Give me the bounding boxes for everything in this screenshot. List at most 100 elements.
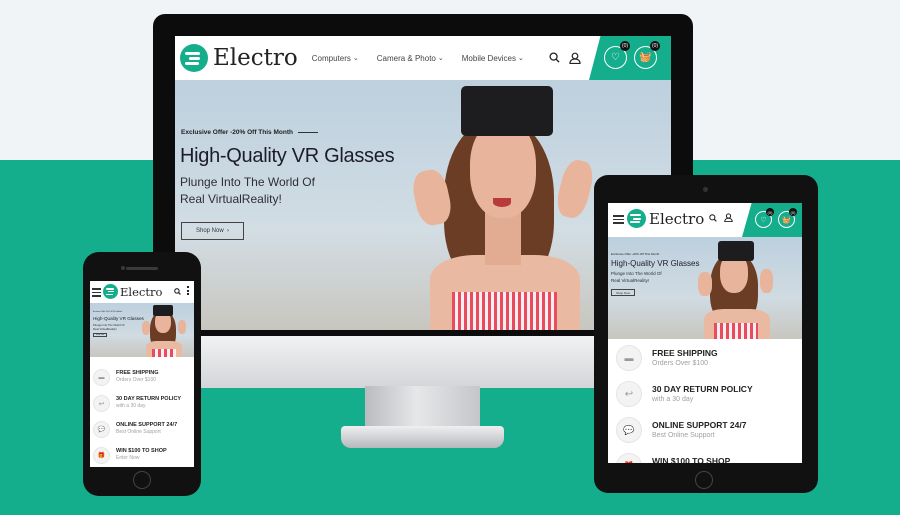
nav-label: Computers xyxy=(311,53,351,63)
logo-icon xyxy=(103,284,118,299)
gift-icon: 🎁 xyxy=(616,453,642,463)
hero-banner: Exclusive Offer -20% Off This Month High… xyxy=(90,303,194,357)
truck-icon: ▬ xyxy=(616,345,642,371)
feature-title: WIN $100 TO SHOP xyxy=(652,456,731,463)
wishlist-button[interactable]: ♡ (0) xyxy=(755,208,774,228)
brand-name: Electro xyxy=(213,45,298,71)
wishlist-button[interactable]: ♡ (0) xyxy=(604,41,630,69)
camera-icon xyxy=(121,266,125,270)
feature-title: FREE SHIPPING xyxy=(652,348,718,358)
feature-item: 🎁 WIN $100 TO SHOP xyxy=(616,453,730,463)
brand-name: Electro xyxy=(120,284,163,299)
feature-title: ONLINE SUPPORT 24/7 xyxy=(116,422,178,428)
user-icon[interactable] xyxy=(724,213,733,222)
hero-subtitle-line1: Plunge Into The World Of xyxy=(180,175,315,189)
return-icon: ↩ xyxy=(616,381,642,407)
tablet-device: Electro ♡ (0) 🧺 (0) Exclusive Offer -20% O… xyxy=(594,175,818,493)
hero-offer: Exclusive Offer -20% Off This Month xyxy=(93,311,122,313)
heart-icon: ♡ xyxy=(760,216,767,224)
truck-icon: ▬ xyxy=(93,369,110,386)
feature-title: WIN $100 TO SHOP xyxy=(116,448,167,454)
heart-icon: ♡ xyxy=(611,52,620,63)
feature-item: ↩ 30 DAY RETURN POLICY with a 30 day xyxy=(93,395,181,412)
user-icon[interactable] xyxy=(569,52,581,64)
hero-banner: Exclusive Offer -20% Off This Month High… xyxy=(608,237,802,339)
basket-icon: 🧺 xyxy=(639,52,652,63)
return-icon: ↩ xyxy=(93,395,110,412)
cart-area: ♡ (0) 🧺 (0) xyxy=(742,203,802,237)
nav-item-mobile-devices[interactable]: Mobile Devices ⌄ xyxy=(462,54,524,63)
home-button[interactable] xyxy=(695,471,713,489)
chat-icon: 💬 xyxy=(616,417,642,443)
hero-title: High-Quality VR Glasses xyxy=(93,316,144,321)
tablet-header: Electro ♡ (0) 🧺 (0) xyxy=(608,203,802,237)
feature-subtitle: Best Online Support xyxy=(652,432,715,439)
desktop-header: Electro Computers ⌄ Camera & Photo ⌄ Mobil… xyxy=(175,36,671,80)
hero-offer: Exclusive Offer -20% Off This Month xyxy=(611,252,660,256)
main-nav: Computers ⌄ Camera & Photo ⌄ Mobile Device… xyxy=(312,54,524,63)
search-icon[interactable] xyxy=(709,214,717,222)
wishlist-count: (0) xyxy=(620,41,630,51)
hero-title: High-Quality VR Glasses xyxy=(611,259,700,268)
hero-image xyxy=(138,303,194,357)
shop-now-button[interactable]: Shop Now xyxy=(93,333,107,337)
search-icon[interactable] xyxy=(174,288,181,295)
hero-subtitle-line1: Plunge Into The World Of xyxy=(611,271,662,276)
cart-count: (0) xyxy=(789,208,797,216)
feature-item: ▬ FREE SHIPPING Orders Over $100 xyxy=(616,345,718,371)
feature-item: 💬 ONLINE SUPPORT 24/7 Best Online Support xyxy=(616,417,746,443)
search-icon[interactable] xyxy=(549,52,560,63)
brand-name: Electro xyxy=(649,209,705,228)
feature-subtitle: Orders Over $100 xyxy=(116,377,157,383)
shop-now-label: Shop Now xyxy=(616,290,630,295)
shop-now-button[interactable]: Shop Now › xyxy=(181,222,244,240)
home-button[interactable] xyxy=(133,471,151,489)
nav-item-computers[interactable]: Computers ⌄ xyxy=(312,54,359,63)
cart-button[interactable]: 🧺 (0) xyxy=(778,208,797,228)
hero-subtitle-line2: Real VirtualReality! xyxy=(93,327,117,331)
cart-button[interactable]: 🧺 (0) xyxy=(634,41,660,69)
hero-subtitle-line2: Real VirtualReality! xyxy=(180,192,282,206)
features-list: ▬ FREE SHIPPING Orders Over $100 ↩ 30 DAY… xyxy=(608,339,802,463)
menu-icon[interactable] xyxy=(92,286,101,299)
feature-title: FREE SHIPPING xyxy=(116,370,159,376)
shop-now-label: Shop Now xyxy=(195,228,224,234)
brand-logo[interactable]: Electro xyxy=(103,284,162,299)
offer-text: Exclusive Offer -20% Off This Month xyxy=(181,129,293,136)
feature-title: ONLINE SUPPORT 24/7 xyxy=(652,420,747,430)
brand-logo[interactable]: Electro xyxy=(175,44,298,72)
monitor-stand xyxy=(365,386,480,428)
features-list: ▬ FREE SHIPPING Orders Over $100 ↩ 30 DAY… xyxy=(90,357,194,467)
more-icon[interactable] xyxy=(187,286,189,295)
feature-subtitle: with a 30 day xyxy=(652,396,694,403)
cart-count: (0) xyxy=(650,41,660,51)
feature-subtitle: Best Online Support xyxy=(116,429,161,435)
cart-area: ♡ (0) 🧺 (0) xyxy=(589,36,671,80)
logo-icon xyxy=(627,209,646,228)
nav-label: Mobile Devices xyxy=(461,53,516,63)
nav-item-camera-photo[interactable]: Camera & Photo ⌄ xyxy=(377,54,444,63)
feature-item: ▬ FREE SHIPPING Orders Over $100 xyxy=(93,369,158,386)
brand-logo[interactable]: Electro xyxy=(627,209,704,228)
feature-item: ↩ 30 DAY RETURN POLICY with a 30 day xyxy=(616,381,753,407)
hero-image xyxy=(688,237,802,339)
chevron-right-icon: › xyxy=(227,228,230,234)
feature-subtitle: Enter Now xyxy=(116,455,140,461)
basket-icon: 🧺 xyxy=(782,216,791,224)
feature-subtitle: with a 30 day xyxy=(116,403,146,409)
feature-title: 30 DAY RETURN POLICY xyxy=(652,384,753,394)
camera-icon xyxy=(703,187,708,192)
chevron-down-icon: ⌄ xyxy=(518,55,524,62)
hero-title: High-Quality VR Glasses xyxy=(180,145,395,167)
tablet-screen: Electro ♡ (0) 🧺 (0) Exclusive Offer -20% O… xyxy=(608,203,802,463)
speaker xyxy=(126,267,158,270)
phone-device: Electro Exclusive Offer -20% Off This Mo… xyxy=(83,252,201,496)
phone-header: Electro xyxy=(90,281,194,303)
menu-icon[interactable] xyxy=(613,213,624,226)
shop-now-label: Shop Now xyxy=(95,334,105,336)
phone-screen: Electro Exclusive Offer -20% Off This Mo… xyxy=(90,281,194,467)
gift-icon: 🎁 xyxy=(93,447,110,464)
wishlist-count: (0) xyxy=(766,208,774,216)
shop-now-button[interactable]: Shop Now xyxy=(611,289,635,296)
hero-offer: Exclusive Offer -20% Off This Month xyxy=(181,129,318,136)
